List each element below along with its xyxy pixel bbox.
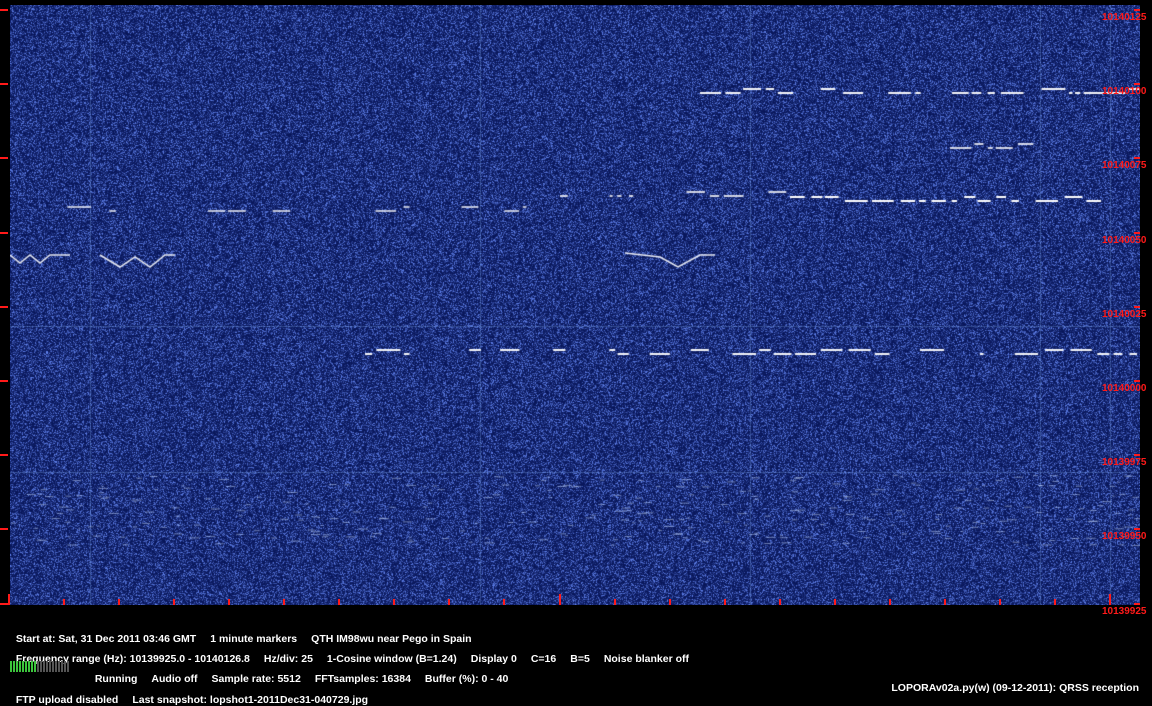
meter-segment <box>64 661 66 672</box>
meter-segment <box>22 661 24 672</box>
minute-marker <box>118 599 120 605</box>
minute-marker <box>614 599 616 605</box>
meter-segment <box>55 661 57 672</box>
meter-segment <box>19 661 21 672</box>
meter-segment <box>10 661 12 672</box>
meter-segment <box>40 661 42 672</box>
meter-segment <box>16 661 18 672</box>
minute-marker <box>889 599 891 605</box>
frequency-tick <box>1134 231 1140 234</box>
meter-segment <box>37 661 39 672</box>
frequency-label: 10140125 <box>1102 12 1147 23</box>
meter-segment <box>34 661 36 672</box>
meter-segment <box>13 661 15 672</box>
frequency-tick-left <box>0 380 8 382</box>
minute-marker <box>393 599 395 605</box>
meter-segment <box>61 661 63 672</box>
frequency-label: 10140025 <box>1102 308 1147 320</box>
frequency-tick <box>1134 528 1140 531</box>
last-snapshot: Last snapshot: lopshot1-2011Dec31-040729… <box>132 694 369 706</box>
minute-marker <box>779 599 781 605</box>
meter-segment <box>58 661 60 672</box>
frequency-tick-left <box>0 157 8 160</box>
frequency-tick-left <box>0 9 8 11</box>
meter-segment <box>28 661 30 672</box>
contrast: C=16 <box>530 653 557 665</box>
brightness: B=5 <box>570 653 590 665</box>
minute-marker <box>448 599 450 605</box>
minute-marker <box>283 599 285 605</box>
frequency-label: 10140075 <box>1102 160 1147 172</box>
frequency-tick-left <box>0 528 8 531</box>
frequency-label: 10139975 <box>1102 457 1147 469</box>
frequency-tick <box>1134 380 1140 382</box>
minute-marker <box>63 599 65 605</box>
app-version: LOPORAv02a.py(w) (09-12-2011): QRSS rece… <box>891 682 1139 694</box>
minute-marker <box>173 599 175 605</box>
minute-marker <box>559 594 561 605</box>
status-line-ftp: FTP upload disabled Last snapshot: lopsho… <box>10 682 382 706</box>
meter-segment <box>46 661 48 672</box>
ftp-status: FTP upload disabled <box>15 694 119 706</box>
frequency-label: 10140000 <box>1102 383 1147 394</box>
frequency-label: 10140100 <box>1102 86 1147 98</box>
meter-segment <box>31 661 33 672</box>
meter-segment <box>49 661 51 672</box>
minute-marker <box>228 599 230 605</box>
frequency-tick-left <box>0 305 8 308</box>
frequency-tick <box>1134 83 1140 86</box>
frequency-tick-left <box>0 454 8 457</box>
meter-segment <box>67 661 69 672</box>
minute-marker <box>503 599 505 605</box>
frequency-tick <box>1134 9 1140 11</box>
minute-marker <box>1109 594 1111 605</box>
frequency-tick-left <box>0 83 8 86</box>
waterfall-spectrogram <box>10 5 1140 605</box>
minute-marker <box>1054 599 1056 605</box>
frequency-tick-left <box>0 231 8 234</box>
frequency-label: 10140050 <box>1102 234 1147 246</box>
frequency-tick <box>1134 157 1140 160</box>
audio-level-meter <box>10 661 69 672</box>
meter-segment <box>43 661 45 672</box>
minute-marker <box>724 599 726 605</box>
frequency-tick-left <box>0 602 8 605</box>
frequency-label: 10139925 <box>1102 605 1147 617</box>
minute-marker <box>944 599 946 605</box>
frequency-label: 10139950 <box>1102 531 1147 543</box>
minute-marker <box>8 594 10 605</box>
noise-blanker: Noise blanker off <box>603 653 689 665</box>
frequency-tick <box>1134 602 1140 605</box>
minute-marker <box>834 599 836 605</box>
meter-segment <box>25 661 27 672</box>
minute-marker <box>669 599 671 605</box>
frequency-tick <box>1134 305 1140 308</box>
buffer: Buffer (%): 0 - 40 <box>424 673 509 685</box>
minute-marker <box>338 599 340 605</box>
minute-marker <box>999 599 1001 605</box>
meter-segment <box>52 661 54 672</box>
frequency-tick <box>1134 454 1140 457</box>
